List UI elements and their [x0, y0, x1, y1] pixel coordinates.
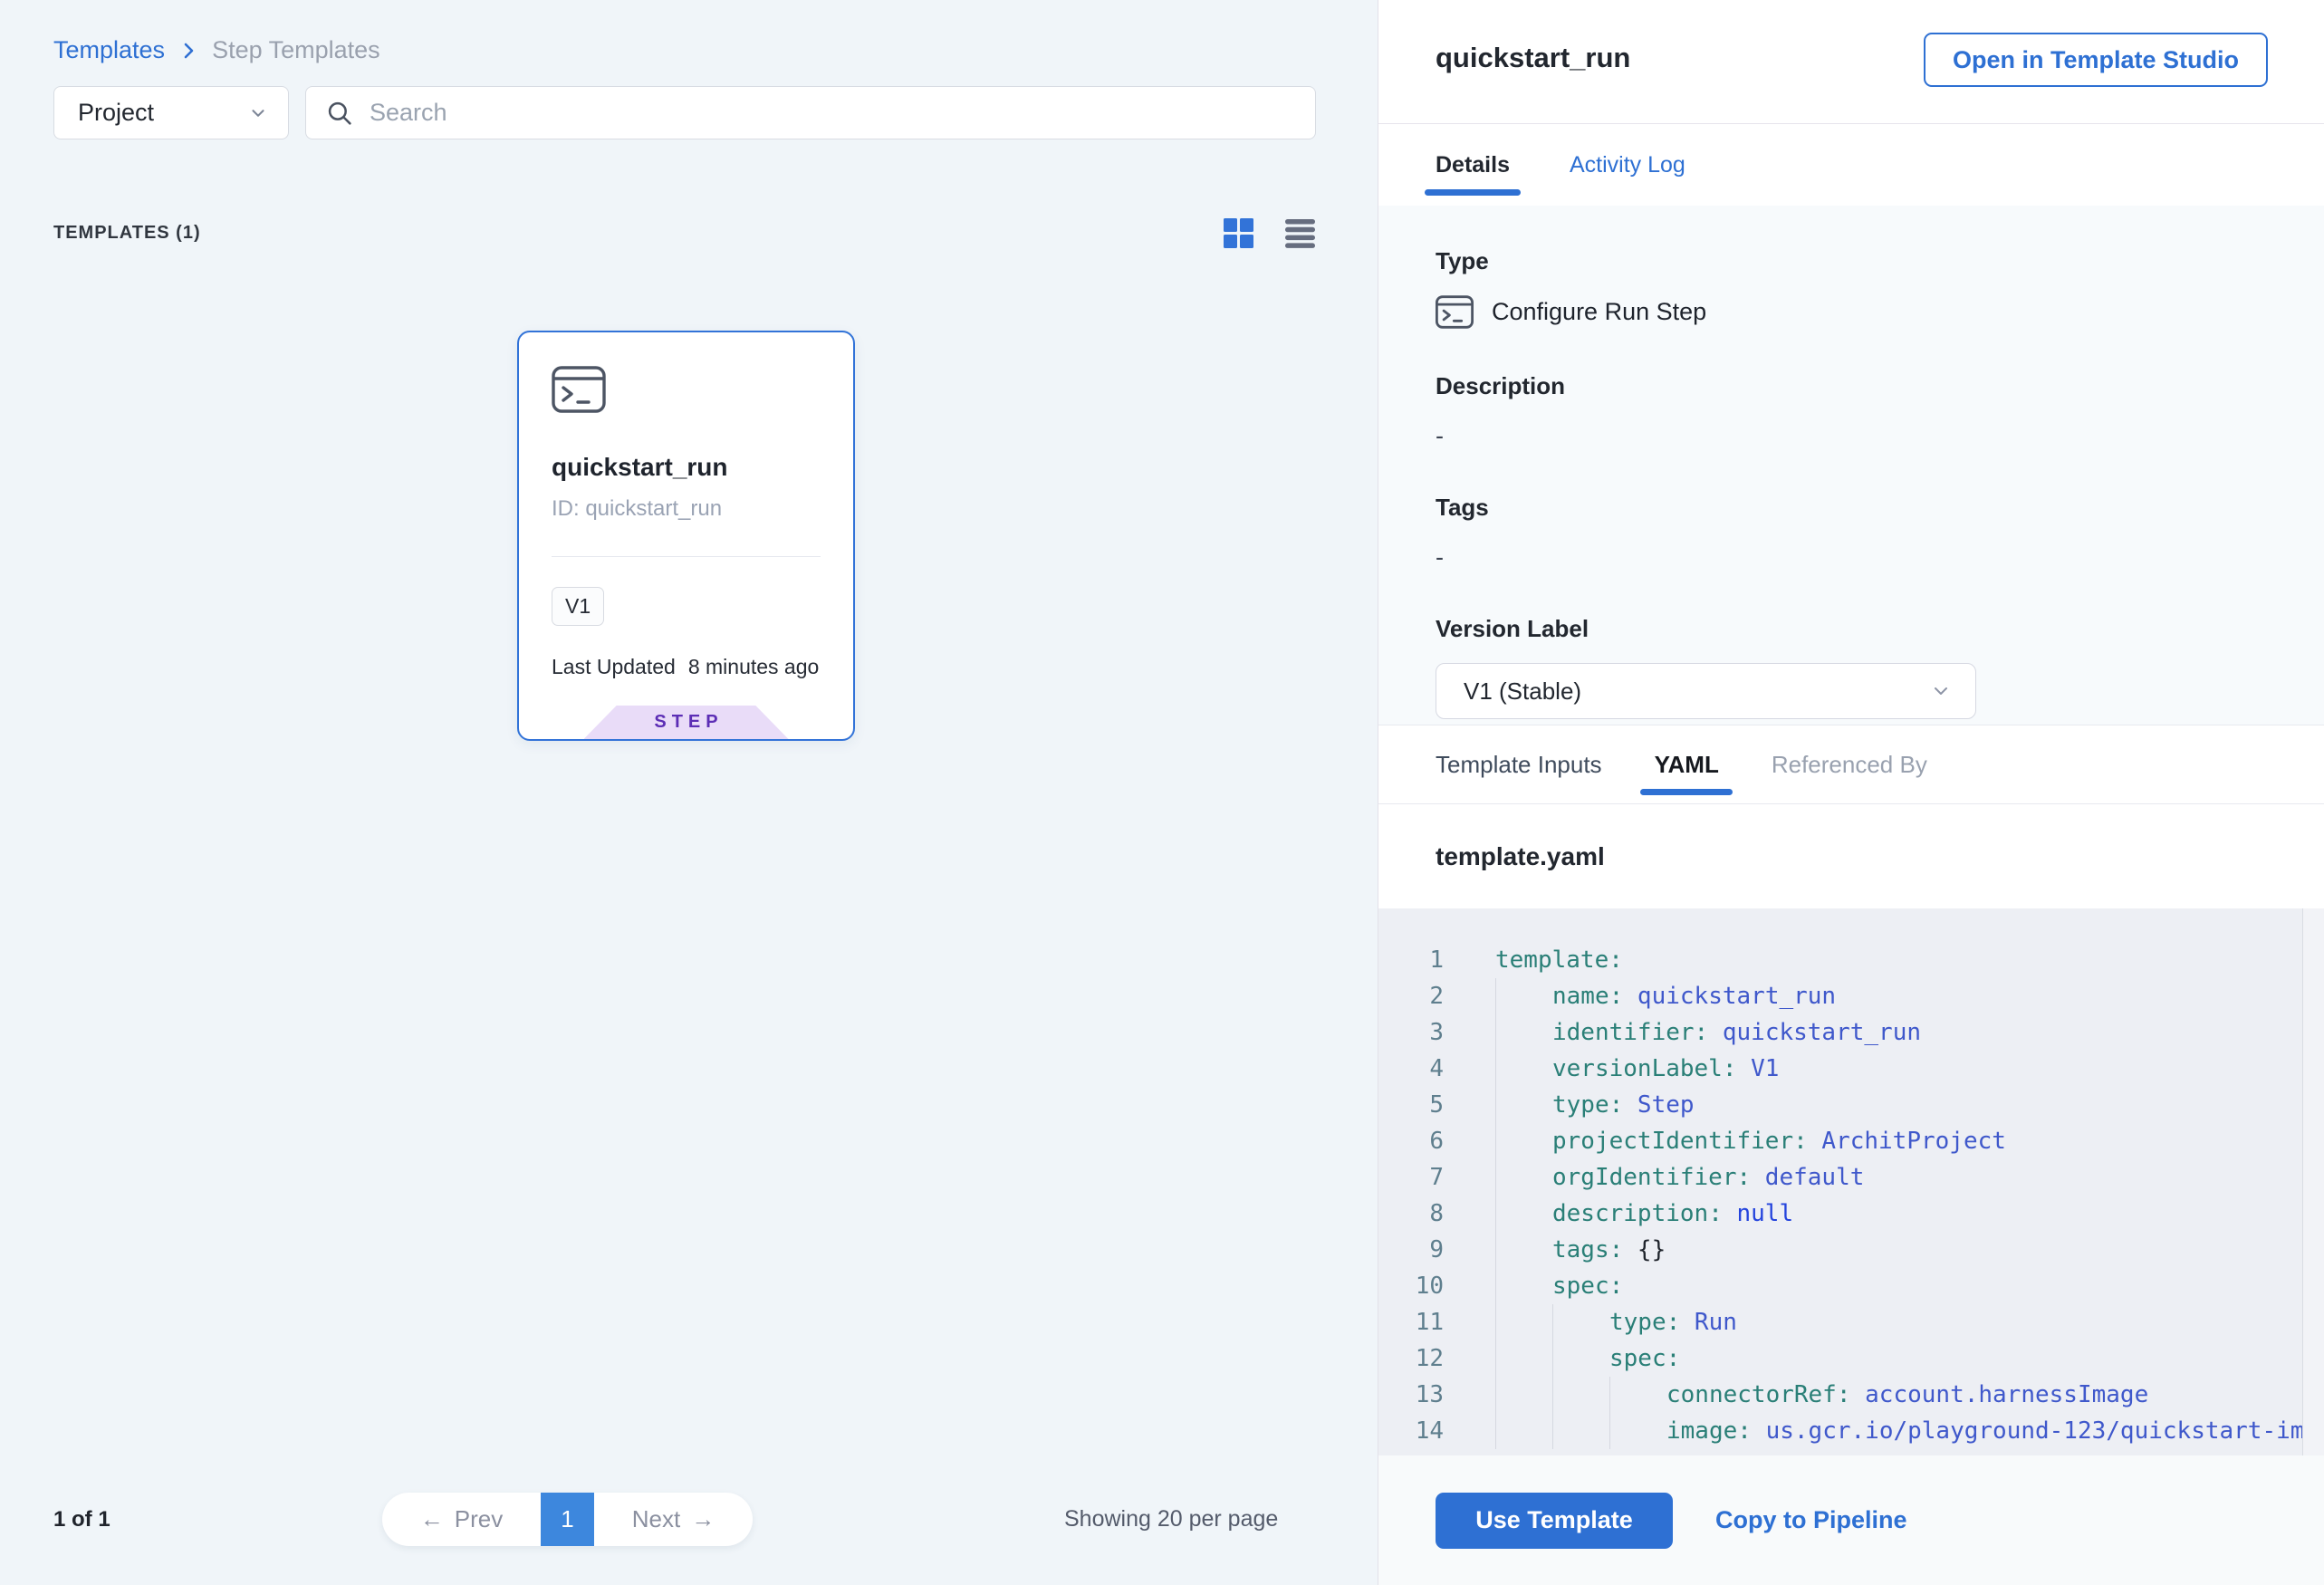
grid-view-icon[interactable] — [1222, 216, 1254, 249]
yaml-line: 11type: Run — [1378, 1304, 2324, 1340]
tab-yaml[interactable]: YAML — [1655, 725, 1719, 803]
yaml-line: 6projectIdentifier: ArchitProject — [1378, 1123, 2324, 1159]
templates-count-title: TEMPLATES (1) — [53, 223, 201, 244]
templates-list-panel: Templates Step Templates Project TEMPLAT… — [0, 0, 1378, 1585]
details-section: Type Configure Run Step Description - Ta… — [1378, 206, 2324, 725]
yaml-line: 1template: — [1378, 942, 2324, 978]
code-scrollbar-track[interactable] — [2302, 908, 2324, 1455]
version-select[interactable]: V1 (Stable) — [1436, 663, 1976, 719]
last-updated-value: 8 minutes ago — [688, 655, 819, 679]
yaml-line: 5type: Step — [1378, 1087, 2324, 1123]
yaml-line: 12spec: — [1378, 1340, 2324, 1377]
chevron-down-icon — [1930, 680, 1952, 702]
card-divider — [552, 556, 821, 557]
open-in-template-studio-button[interactable]: Open in Template Studio — [1924, 33, 2268, 87]
chevron-down-icon — [248, 103, 268, 123]
version-badge: V1 — [552, 587, 604, 626]
yaml-line: 13connectorRef: account.harnessImage — [1378, 1377, 2324, 1413]
yaml-line: 14image: us.gcr.io/playground-123/quicks… — [1378, 1413, 2324, 1449]
search-box — [305, 86, 1316, 139]
yaml-line: 8description: null — [1378, 1196, 2324, 1232]
tags-label: Tags — [1436, 494, 2267, 522]
arrow-right-icon: → — [691, 1505, 715, 1533]
yaml-code-viewer[interactable]: 1template:2name: quickstart_run3identifi… — [1378, 908, 2324, 1455]
template-card[interactable]: quickstart_run ID: quickstart_run V1 Las… — [517, 331, 855, 741]
tab-details[interactable]: Details — [1436, 124, 1510, 206]
next-page-button[interactable]: Next → — [594, 1493, 753, 1546]
template-card-title: quickstart_run — [552, 453, 821, 482]
per-page-summary: Showing 20 per page — [1064, 1493, 1278, 1546]
view-toggles — [1222, 216, 1316, 249]
drawer-footer: Use Template Copy to Pipeline — [1378, 1455, 2324, 1585]
tab-template-inputs[interactable]: Template Inputs — [1436, 725, 1602, 803]
description-value: - — [1436, 422, 2267, 450]
tab-referenced-by[interactable]: Referenced By — [1772, 725, 1927, 803]
yaml-file-name: template.yaml — [1378, 804, 2324, 908]
drawer-tabs: Details Activity Log — [1378, 124, 2324, 206]
version-label: Version Label — [1436, 615, 2267, 643]
step-type-ribbon: STEP — [584, 706, 789, 739]
type-value-row: Configure Run Step — [1436, 295, 2267, 329]
yaml-line: 9tags: {} — [1378, 1232, 2324, 1268]
use-template-button[interactable]: Use Template — [1436, 1493, 1673, 1549]
description-label: Description — [1436, 372, 2267, 400]
template-card-id: ID: quickstart_run — [552, 496, 821, 522]
terminal-icon — [552, 366, 821, 413]
pagination: ← Prev 1 Next → — [382, 1493, 753, 1546]
copy-to-pipeline-link[interactable]: Copy to Pipeline — [1715, 1506, 1907, 1534]
yaml-line: 2name: quickstart_run — [1378, 978, 2324, 1014]
breadcrumb-current: Step Templates — [212, 36, 380, 64]
prev-page-button[interactable]: ← Prev — [382, 1493, 541, 1546]
drawer-header: quickstart_run Open in Template Studio — [1378, 0, 2324, 124]
yaml-line: 10spec: — [1378, 1268, 2324, 1304]
arrow-left-icon: ← — [420, 1505, 444, 1533]
yaml-line: 3identifier: quickstart_run — [1378, 1014, 2324, 1051]
last-updated-label: Last Updated — [552, 655, 676, 679]
breadcrumb-templates-link[interactable]: Templates — [53, 36, 165, 64]
content-tabs: Template Inputs YAML Referenced By — [1378, 725, 2324, 804]
page-number-button[interactable]: 1 — [541, 1493, 594, 1546]
list-header: TEMPLATES (1) — [53, 214, 1316, 252]
terminal-icon — [1436, 295, 1474, 329]
version-select-value: V1 (Stable) — [1464, 677, 1581, 706]
tags-value: - — [1436, 543, 2267, 572]
drawer-title: quickstart_run — [1436, 42, 1630, 74]
yaml-code: 1template:2name: quickstart_run3identifi… — [1378, 942, 2324, 1449]
type-value: Configure Run Step — [1492, 298, 1706, 326]
template-details-panel: quickstart_run Open in Template Studio D… — [1378, 0, 2324, 1585]
type-label: Type — [1436, 247, 2267, 275]
scope-select-value: Project — [78, 99, 154, 127]
tab-activity-log[interactable]: Activity Log — [1570, 124, 1685, 206]
chevron-right-icon — [178, 40, 199, 62]
last-updated-row: Last Updated 8 minutes ago — [552, 655, 821, 679]
yaml-line: 7orgIdentifier: default — [1378, 1159, 2324, 1196]
search-icon — [324, 98, 355, 129]
search-input[interactable] — [370, 99, 1297, 127]
page-summary: 1 of 1 — [53, 1493, 110, 1546]
list-view-icon[interactable] — [1283, 216, 1316, 249]
yaml-line: 4versionLabel: V1 — [1378, 1051, 2324, 1087]
scope-select[interactable]: Project — [53, 86, 289, 139]
breadcrumb: Templates Step Templates — [53, 36, 380, 64]
